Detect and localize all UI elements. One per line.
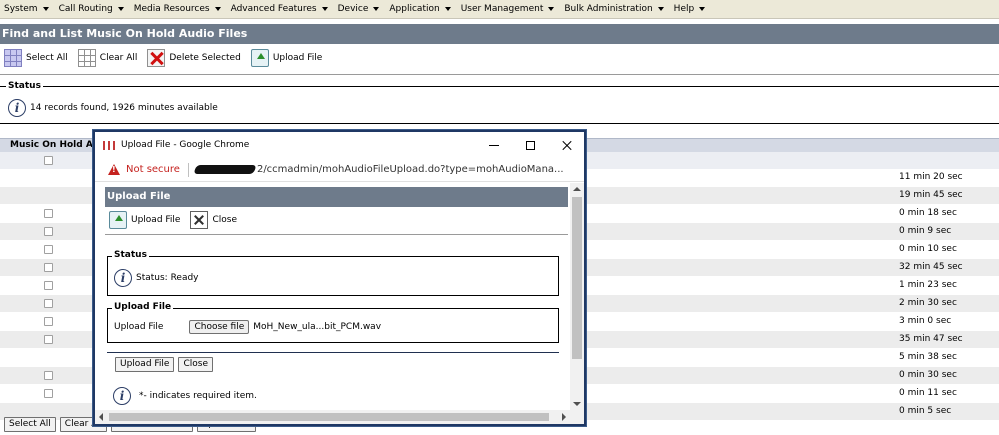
popup-toolbar: Upload File Close <box>105 208 243 232</box>
menu-device[interactable]: Device <box>334 0 386 19</box>
row-checkbox[interactable] <box>44 263 53 272</box>
menu-bulk-administration[interactable]: Bulk Administration <box>560 0 669 19</box>
select-all-icon <box>4 49 22 67</box>
delete-selected-button[interactable]: Delete Selected <box>147 49 241 67</box>
scroll-left-icon[interactable] <box>99 413 103 421</box>
clear-all-button[interactable]: Clear All <box>77 49 137 67</box>
address-bar[interactable]: Not secure 2/ccmadmin/mohAudioFileUpload… <box>95 158 584 182</box>
popup-button-bar: Upload File Close <box>115 357 213 372</box>
required-note: i *- indicates required item. <box>113 387 257 405</box>
popup-divider <box>107 352 559 353</box>
upload-file-popup-window: Upload File - Google Chrome Not secure 2… <box>93 130 586 426</box>
popup-upload-file-tool[interactable]: Upload File <box>109 211 180 229</box>
chevron-down-icon <box>42 7 49 11</box>
menu-user-management[interactable]: User Management <box>457 0 561 19</box>
chevron-down-icon <box>117 7 124 11</box>
row-checkbox[interactable] <box>44 389 53 398</box>
popup-upload-file-button[interactable]: Upload File <box>115 357 175 372</box>
not-secure-label[interactable]: Not secure <box>126 164 180 175</box>
popup-titlebar: Upload File - Google Chrome <box>95 132 584 158</box>
select-all-checkbox[interactable] <box>44 156 53 165</box>
selected-filename: MoH_New_ula...bit_PCM.wav <box>253 322 382 332</box>
redacted-host <box>193 165 257 174</box>
address-url: 2/ccmadmin/mohAudioFileUpload.do?type=mo… <box>256 164 564 175</box>
upload-file-legend: Upload File <box>112 302 174 312</box>
vertical-scroll-thumb[interactable] <box>572 197 582 359</box>
popup-status-text: Status: Ready <box>136 273 199 283</box>
close-icon <box>190 211 209 229</box>
row-checkbox[interactable] <box>44 335 53 344</box>
required-note-text: - indicates required item. <box>143 391 257 401</box>
upload-file-label: Upload File <box>114 322 164 332</box>
upload-icon <box>250 49 269 67</box>
menu-help[interactable]: Help <box>670 0 712 19</box>
menu-media-resources[interactable]: Media Resources <box>130 0 227 19</box>
vertical-scrollbar[interactable] <box>570 183 584 424</box>
choose-file-button[interactable]: Choose file <box>189 320 250 334</box>
menu-bar: System Call Routing Media Resources Adva… <box>0 0 999 19</box>
popup-toolbar-divider <box>105 234 568 235</box>
horizontal-scroll-thumb[interactable] <box>109 413 549 421</box>
toolbar-divider <box>0 74 999 75</box>
info-icon: i <box>114 269 132 287</box>
menu-call-routing[interactable]: Call Routing <box>55 0 130 19</box>
close-icon <box>561 140 572 151</box>
close-window-button[interactable] <box>548 132 584 158</box>
bottom-select-all-button[interactable]: Select All <box>4 417 56 432</box>
chevron-down-icon <box>214 7 221 11</box>
page-title: Find and List Music On Hold Audio Files <box>0 24 999 44</box>
row-checkbox[interactable] <box>44 371 53 380</box>
popup-content: Upload File Upload File Close Status i S… <box>95 183 584 424</box>
row-checkbox[interactable] <box>44 209 53 218</box>
info-icon: i <box>113 387 131 405</box>
warning-icon <box>108 164 120 175</box>
menu-advanced-features[interactable]: Advanced Features <box>227 0 334 19</box>
popup-window-title: Upload File - Google Chrome <box>121 140 250 150</box>
main-toolbar: Select All Clear All Delete Selected Upl… <box>0 46 328 70</box>
scroll-up-icon[interactable] <box>573 187 581 191</box>
scroll-down-icon[interactable] <box>573 402 581 406</box>
upload-icon <box>109 211 127 229</box>
row-checkbox[interactable] <box>44 227 53 236</box>
status-section: Status i 14 records found, 1926 minutes … <box>0 81 999 124</box>
chevron-down-icon <box>657 7 664 11</box>
row-checkbox[interactable] <box>44 245 53 254</box>
minimize-icon <box>489 144 499 146</box>
minimize-button[interactable] <box>476 132 512 158</box>
menu-application[interactable]: Application <box>385 0 456 19</box>
row-checkbox[interactable] <box>44 281 53 290</box>
select-all-button[interactable]: Select All <box>4 49 68 67</box>
status-message: 14 records found, 1926 minutes available <box>30 103 218 113</box>
upload-file-section: Upload File Upload File Choose file MoH_… <box>107 302 559 343</box>
chevron-down-icon <box>548 7 555 11</box>
address-separator <box>187 162 189 177</box>
status-legend: Status <box>6 81 43 91</box>
maximize-icon <box>525 140 535 150</box>
popup-status-legend: Status <box>112 250 149 260</box>
popup-status-section: Status i Status: Ready <box>107 250 559 296</box>
upload-file-button[interactable]: Upload File <box>250 49 322 67</box>
scroll-right-icon[interactable] <box>562 413 566 421</box>
chevron-down-icon <box>373 7 380 11</box>
cisco-favicon-icon <box>103 140 115 150</box>
row-checkbox[interactable] <box>44 299 53 308</box>
chevron-down-icon <box>321 7 328 11</box>
info-icon: i <box>8 99 26 117</box>
chevron-down-icon <box>444 7 451 11</box>
chevron-down-icon <box>699 7 706 11</box>
clear-all-icon <box>77 49 96 67</box>
maximize-button[interactable] <box>512 132 548 158</box>
menu-system[interactable]: System <box>0 0 55 19</box>
horizontal-scrollbar[interactable] <box>95 410 570 424</box>
delete-icon <box>147 49 166 67</box>
popup-close-button[interactable]: Close <box>178 357 213 372</box>
popup-page-title: Upload File <box>105 187 568 207</box>
row-checkbox[interactable] <box>44 317 53 326</box>
popup-close-tool[interactable]: Close <box>190 211 237 229</box>
